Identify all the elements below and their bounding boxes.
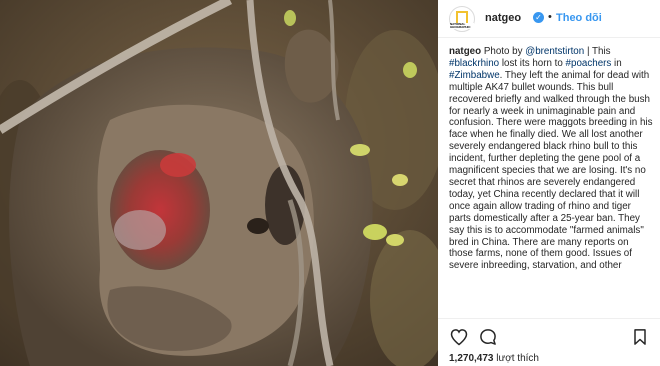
post-actions: 1,270,473 lượt thích	[438, 318, 660, 366]
post-username[interactable]: natgeo	[485, 12, 521, 24]
caption-hashtag-link[interactable]: @brentstirton	[525, 46, 584, 57]
post-photo[interactable]	[0, 0, 438, 366]
caption-text: lost its horn to	[499, 57, 566, 69]
caption-text: | This	[584, 46, 611, 57]
caption-hashtag-link[interactable]: #poachers	[566, 58, 612, 69]
caption-text: . They left the animal for dead with mul…	[449, 69, 653, 272]
post-side-panel: NATIONAL GEOGRAPHIC natgeo ✓ • Theo dõi …	[438, 0, 660, 366]
verified-badge-icon: ✓	[533, 12, 544, 23]
post-header: NATIONAL GEOGRAPHIC natgeo ✓ • Theo dõi	[438, 0, 660, 38]
like-count-label: lượt thích	[496, 353, 539, 364]
like-count[interactable]: 1,270,473 lượt thích	[449, 353, 539, 364]
bookmark-icon[interactable]	[630, 327, 650, 347]
caption-text: in	[611, 57, 622, 69]
follow-button[interactable]: Theo dõi	[556, 12, 602, 24]
caption-body: Photo by @brentstirton | This #blackrhin…	[449, 46, 653, 271]
avatar-logo-text: NATIONAL GEOGRAPHIC	[450, 23, 474, 29]
caption-hashtag-link[interactable]: #blackrhino	[449, 58, 499, 69]
comment-icon[interactable]	[478, 327, 498, 347]
like-count-number: 1,270,473	[449, 353, 494, 364]
caption-username[interactable]: natgeo	[449, 46, 481, 57]
caption-text: Photo by	[481, 46, 526, 57]
caption-hashtag-link[interactable]: #Zimbabwe	[449, 70, 500, 81]
avatar[interactable]: NATIONAL GEOGRAPHIC	[449, 6, 475, 32]
heart-icon[interactable]	[449, 327, 469, 347]
post-caption: natgeo Photo by @brentstirton | This #bl…	[449, 46, 655, 318]
rhino-photo-illustration	[0, 0, 438, 366]
separator-dot: •	[548, 11, 552, 23]
